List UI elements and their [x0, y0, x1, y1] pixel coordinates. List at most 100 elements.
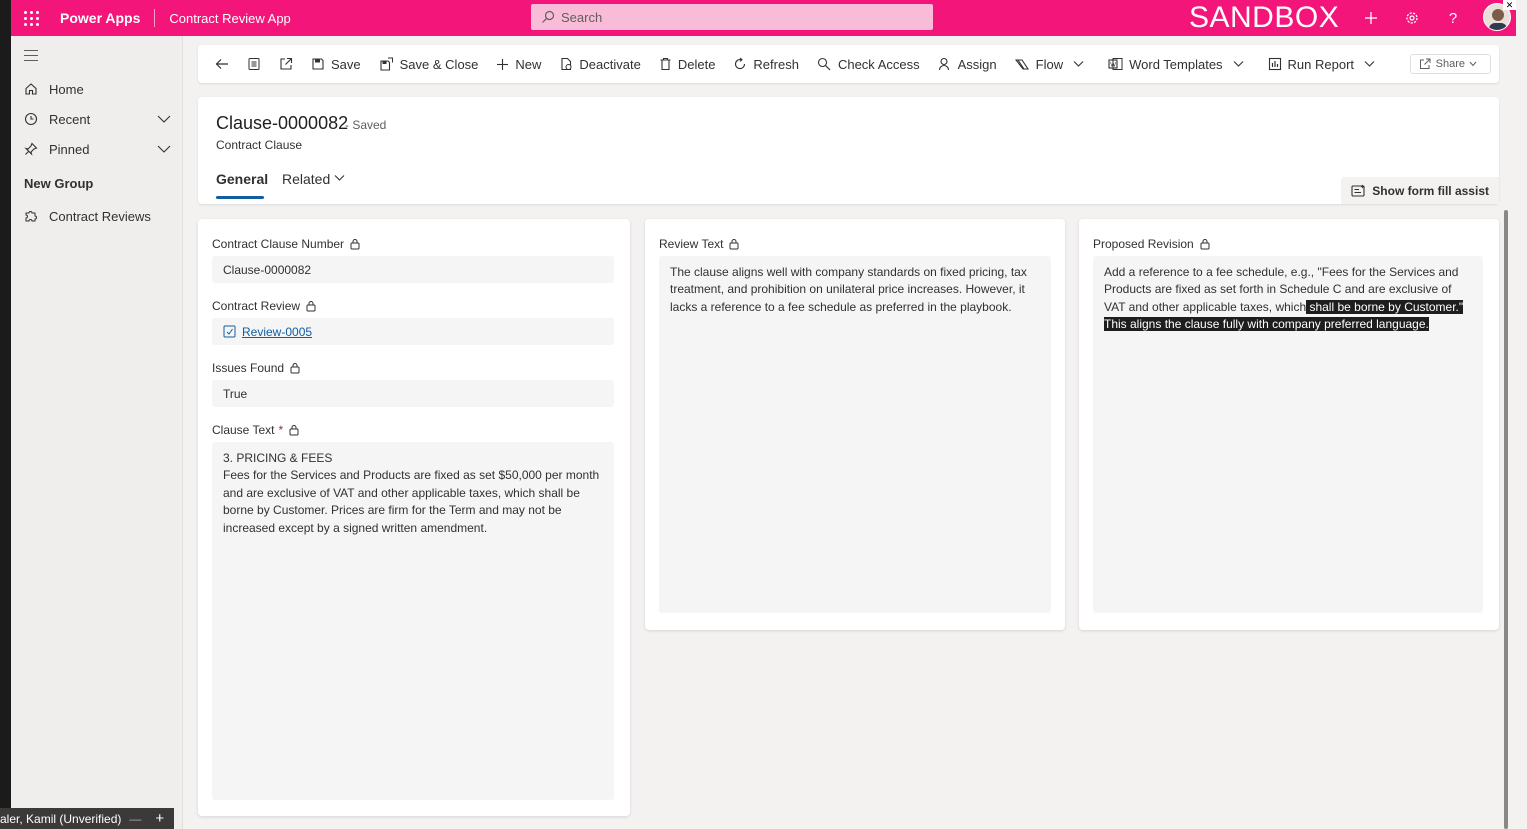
report-icon — [1268, 57, 1281, 71]
sidebar-item-contract-reviews[interactable]: Contract Reviews — [11, 201, 183, 231]
chevron-down-icon[interactable] — [157, 112, 171, 127]
clause-number-field[interactable]: Clause-0000082 — [212, 256, 614, 283]
back-button[interactable] — [206, 45, 238, 83]
entity-name: Contract Clause — [216, 138, 303, 152]
new-label: New — [515, 56, 542, 72]
label-text: Proposed Revision — [1093, 237, 1194, 251]
sidebar-item-label: Recent — [49, 111, 91, 127]
save-close-button[interactable]: Save & Close — [370, 45, 488, 83]
flow-button[interactable]: Flow — [1006, 45, 1099, 83]
sidebar-item-label: Contract Reviews — [49, 208, 151, 224]
refresh-button[interactable]: Refresh — [724, 45, 808, 83]
search-input[interactable]: Search — [531, 4, 933, 30]
environment-label: SANDBOX — [1189, 1, 1340, 34]
brand-name[interactable]: Power Apps — [60, 10, 140, 26]
deactivate-icon — [561, 57, 572, 71]
search-icon — [542, 10, 555, 23]
scrollbar[interactable] — [1504, 210, 1508, 829]
puzzle-icon — [23, 209, 39, 223]
sidebar-item-pinned[interactable]: Pinned — [11, 134, 183, 164]
svg-text:W: W — [1110, 63, 1116, 69]
chevron-down-icon — [1469, 61, 1477, 67]
deactivate-label: Deactivate — [579, 56, 641, 72]
label-text: Contract Review — [212, 299, 301, 313]
minimize-icon[interactable]: — — [129, 812, 141, 826]
sidebar-item-home[interactable]: Home — [11, 74, 183, 104]
issues-found-field[interactable]: True — [212, 380, 614, 407]
clause-heading: 3. PRICING & FEES — [223, 451, 333, 465]
lock-icon — [1200, 239, 1210, 250]
check-access-button[interactable]: Check Access — [808, 45, 929, 83]
person-icon — [938, 57, 949, 71]
home-icon — [23, 82, 39, 96]
form-view-button[interactable] — [238, 45, 270, 83]
close-icon[interactable]: ✕ — [1503, 0, 1516, 10]
word-template-icon: W — [1108, 58, 1123, 70]
lock-icon — [289, 425, 299, 436]
fill-assist-label: Show form fill assist — [1372, 183, 1489, 198]
tab-related[interactable]: Related — [282, 171, 330, 187]
window-edge — [0, 0, 11, 829]
share-button[interactable]: Share — [1409, 54, 1491, 74]
run-report-button[interactable]: Run Report — [1259, 45, 1390, 83]
app-launcher-button[interactable] — [11, 0, 51, 36]
check-access-label: Check Access — [837, 56, 920, 72]
save-icon — [312, 58, 324, 70]
help-icon[interactable]: ? — [1438, 0, 1468, 36]
form-fill-assist-button[interactable]: Show form fill assist — [1341, 177, 1499, 204]
word-templates-button[interactable]: W Word Templates — [1099, 45, 1258, 83]
save-label: Save — [331, 56, 361, 72]
assign-label: Assign — [957, 56, 997, 72]
revision-section: Proposed Revision Add a reference to a f… — [1079, 219, 1499, 630]
tab-general[interactable]: General — [216, 171, 268, 187]
label-text: Contract Clause Number — [212, 237, 345, 251]
clause-text-label: Clause Text * — [212, 423, 299, 437]
delete-label: Delete — [677, 56, 716, 72]
share-label: Share — [1435, 58, 1465, 70]
proposed-revision-field[interactable]: Add a reference to a fee schedule, e.g.,… — [1093, 256, 1483, 613]
user-label: aler, Kamil (Unverified) — [0, 811, 122, 826]
record-header: Clause-0000082 - Saved Contract Clause G… — [198, 97, 1499, 204]
save-status: - Saved — [345, 118, 387, 132]
deactivate-button[interactable]: Deactivate — [550, 45, 649, 83]
chevron-down-icon — [1364, 61, 1375, 67]
sidebar: Home Recent Pinned New Group Contract Re… — [11, 36, 183, 829]
plus-icon[interactable] — [1356, 0, 1386, 36]
plus-icon[interactable]: + — [155, 810, 164, 827]
flow-icon — [1014, 58, 1029, 70]
delete-button[interactable]: Delete — [650, 45, 725, 83]
pin-icon — [23, 142, 39, 156]
lock-icon — [350, 239, 360, 250]
user-status-bar[interactable]: aler, Kamil (Unverified) — + — [0, 808, 174, 829]
contract-review-link[interactable]: Review-0005 — [242, 325, 312, 339]
sidebar-item-label: Home — [49, 81, 84, 97]
assign-button[interactable]: Assign — [929, 45, 1006, 83]
trash-icon — [660, 57, 671, 71]
open-new-window-button[interactable] — [270, 45, 302, 83]
sidebar-item-recent[interactable]: Recent — [11, 104, 183, 134]
save-close-icon — [380, 57, 393, 71]
refresh-icon — [735, 57, 746, 70]
gear-icon[interactable] — [1397, 0, 1427, 36]
contract-review-field[interactable]: Review-0005 — [212, 318, 614, 345]
new-button[interactable]: New — [487, 45, 550, 83]
contract-review-label: Contract Review — [212, 299, 316, 313]
hamburger-icon[interactable] — [24, 50, 38, 65]
save-close-label: Save & Close — [399, 56, 479, 72]
run-report-label: Run Report — [1287, 56, 1355, 72]
review-text-field[interactable]: The clause aligns well with company stan… — [659, 256, 1051, 613]
details-section: Contract Clause Number Clause-0000082 Co… — [198, 219, 630, 816]
lock-icon — [729, 239, 739, 250]
search-placeholder: Search — [561, 9, 603, 25]
sidebar-group-title: New Group — [24, 176, 94, 191]
app-name[interactable]: Contract Review App — [169, 11, 290, 26]
lock-icon — [306, 301, 316, 312]
chevron-down-icon[interactable] — [157, 142, 171, 157]
clause-text-field[interactable]: 3. PRICING & FEES Fees for the Services … — [212, 442, 614, 800]
word-templates-label: Word Templates — [1129, 56, 1223, 72]
required-marker: * — [278, 423, 284, 437]
chevron-down-icon — [1233, 61, 1243, 67]
save-button[interactable]: Save — [302, 45, 370, 83]
chevron-down-icon[interactable] — [334, 174, 345, 182]
form-icon — [248, 58, 260, 70]
